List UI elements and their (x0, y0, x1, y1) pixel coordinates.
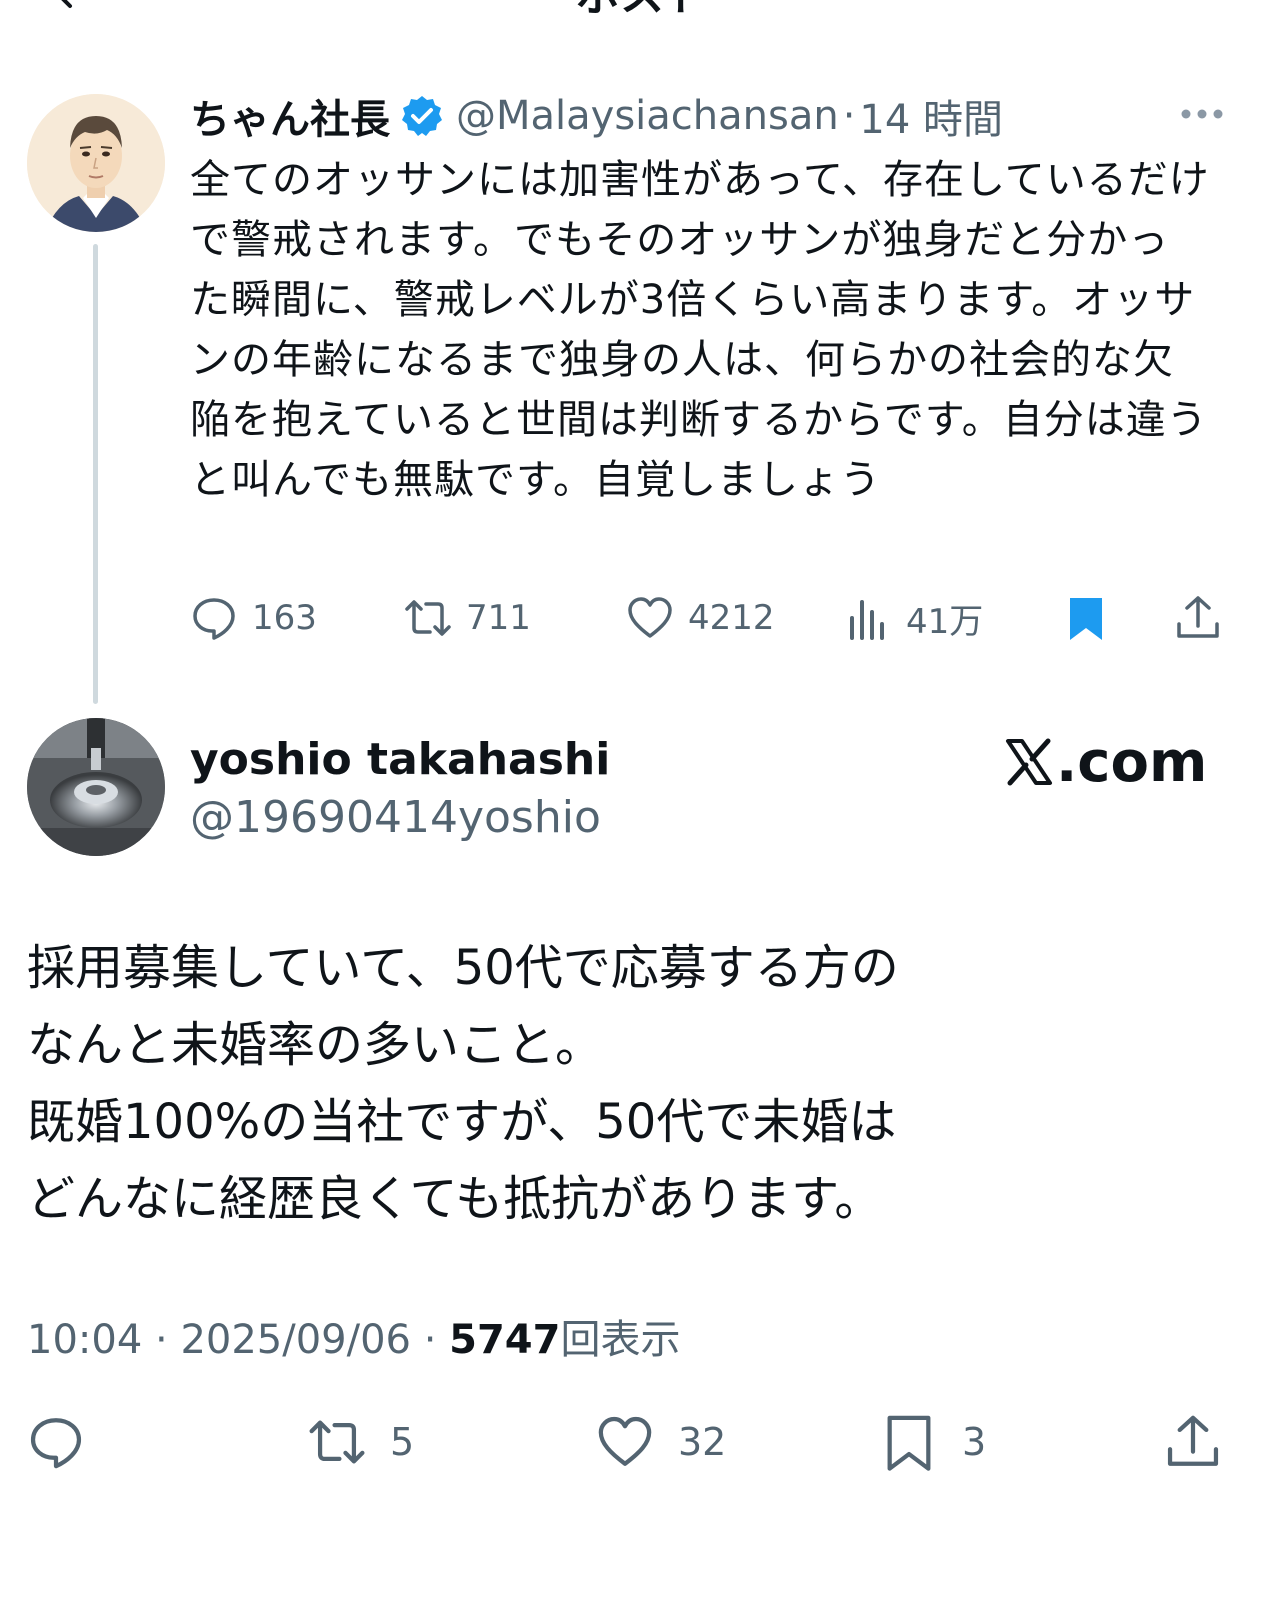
like-count: 32 (678, 1420, 727, 1464)
avatar[interactable] (27, 94, 165, 232)
views-button[interactable]: 41万 (844, 588, 983, 648)
bookmark-button[interactable] (1062, 588, 1110, 648)
heart-icon (628, 597, 672, 638)
separator-dot: · (155, 1317, 168, 1363)
repost-count: 5 (390, 1420, 415, 1464)
tweet-text-line: なんと未婚率の多いこと。 (27, 1017, 604, 1073)
share-button[interactable] (1174, 588, 1222, 648)
like-button[interactable]: 32 (596, 1410, 726, 1474)
reply-button[interactable]: 163 (190, 588, 317, 648)
share-icon (1167, 1415, 1219, 1466)
author-name[interactable]: yoshio takahashi (190, 734, 610, 786)
post-time[interactable]: 10:04 (27, 1317, 142, 1363)
bookmark-count: 3 (962, 1420, 987, 1464)
separator-dot: · (842, 93, 856, 139)
tweet-text-line: 採用募集していて、50代で応募する方の (27, 940, 899, 996)
repost-button[interactable]: 711 (404, 588, 531, 648)
post-time[interactable]: 14 時間 (859, 87, 1003, 145)
x-com-logo-text: .com (1056, 729, 1208, 795)
thread-connector-line (93, 244, 98, 704)
author-name[interactable]: ちゃん社長 (190, 87, 390, 145)
quoted-tweet-actions: 163 711 4212 41万 (190, 588, 1230, 648)
share-icon (1177, 596, 1219, 638)
x-com-logo: .com (1004, 729, 1208, 795)
heart-icon (598, 1416, 652, 1466)
avatar-photo (27, 718, 165, 856)
share-button[interactable] (1164, 1410, 1222, 1474)
avatar-illustration (27, 94, 165, 232)
post-date[interactable]: 2025/09/06 (180, 1317, 411, 1363)
bookmark-button[interactable]: 3 (880, 1410, 986, 1474)
main-tweet-text: 採用募集していて、50代で応募する方の なんと未婚率の多いこと。 既婚100%の… (27, 930, 1127, 1238)
avatar[interactable] (27, 718, 165, 856)
repost-icon (405, 600, 451, 636)
views-label: 回表示 (560, 1317, 681, 1363)
reply-icon (193, 598, 235, 640)
bookmark-icon (887, 1415, 931, 1471)
repost-count: 711 (466, 598, 531, 638)
repost-icon (309, 1420, 365, 1464)
tweet-text-line: 既婚100%の当社ですが、50代で未婚は (27, 1094, 897, 1150)
like-count: 4212 (688, 598, 775, 638)
author-handle[interactable]: @Malaysiachansan (456, 93, 839, 139)
analytics-icon (850, 600, 884, 640)
like-button[interactable]: 4212 (626, 588, 775, 648)
reply-count: 163 (252, 598, 317, 638)
separator-dot: · (423, 1317, 437, 1363)
more-options-icon[interactable] (1180, 104, 1224, 124)
main-tweet-actions: 5 32 3 (0, 1410, 1284, 1474)
tweet-metadata: 10:04 · 2025/09/06 · 5747回表示 (27, 1312, 680, 1368)
bookmark-filled-icon (1070, 598, 1102, 640)
quoted-tweet-text: 全てのオッサンには加害性があって、存在しているだけで警戒されます。でもそのオッサ… (190, 157, 1210, 503)
repost-button[interactable]: 5 (308, 1410, 414, 1474)
top-nav: ポスト (0, 0, 1284, 20)
reply-button[interactable] (27, 1410, 85, 1474)
views-count[interactable]: 5747 (449, 1317, 560, 1363)
reply-icon (30, 1418, 82, 1469)
page-title: ポスト (0, 0, 1284, 18)
author-handle[interactable]: @19690414yoshio (190, 792, 601, 844)
quoted-tweet-header: ちゃん社長 @Malaysiachansan · 14 時間 (190, 88, 1003, 144)
views-count: 41万 (906, 601, 984, 642)
tweet-text-line: どんなに経歴良くても抵抗があります。 (27, 1171, 883, 1227)
x-logo-icon (1006, 738, 1052, 786)
verified-badge-icon (402, 96, 442, 136)
